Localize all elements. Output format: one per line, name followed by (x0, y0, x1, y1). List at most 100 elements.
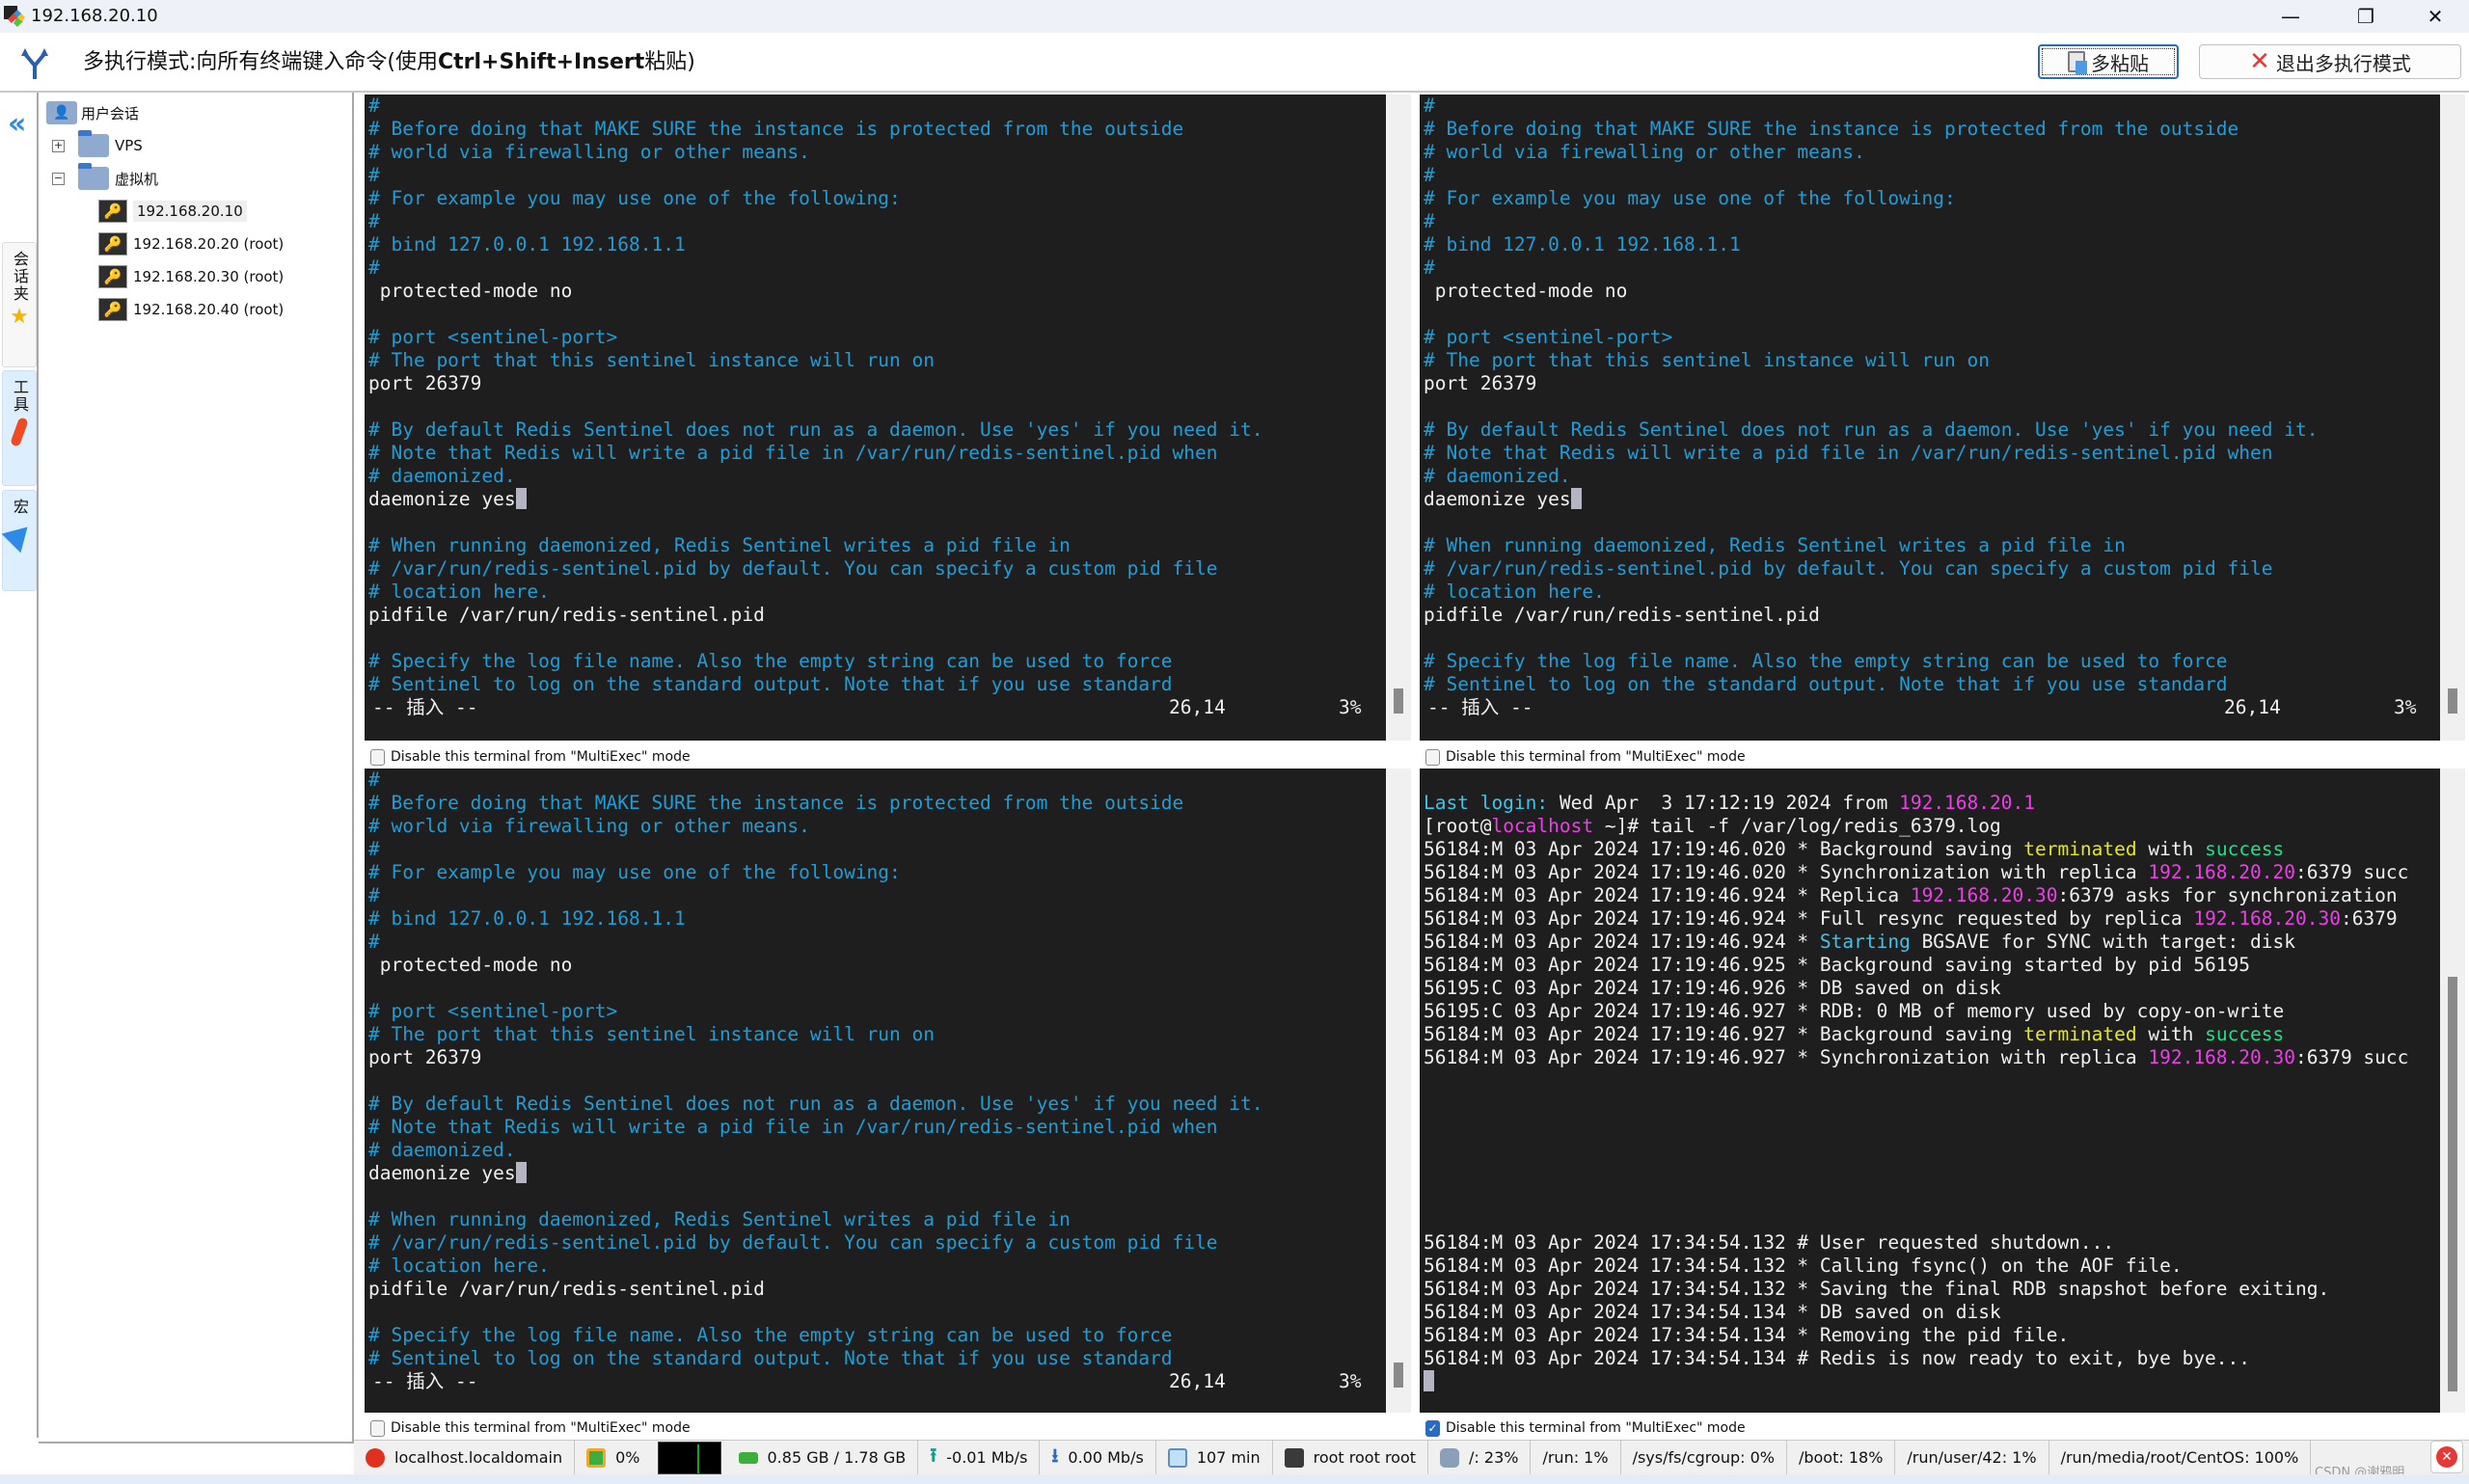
terminal-3-scrollbar[interactable] (1386, 769, 1411, 1413)
terminal-pane-4[interactable]: Last login: Wed Apr 3 17:12:19 2024 from… (1420, 769, 2440, 1413)
multiexec-fork-icon (21, 48, 48, 79)
log-text: :6379 asks for synchronization (2057, 884, 2398, 906)
exit-multiexec-button[interactable]: ✕ 退出多执行模式 (2199, 44, 2461, 79)
expand-icon[interactable]: + (52, 139, 65, 152)
terminal-line: # world via firewalling or other means. (368, 141, 810, 163)
ssh-key-icon: 🔑 (98, 232, 127, 256)
scrollbar-thumb[interactable] (1394, 688, 1403, 714)
tree-session-item[interactable]: 🔑 192.168.20.10 (98, 197, 247, 226)
log-text: [root@ (1424, 815, 1492, 837)
terminal-line: # world via firewalling or other means. (368, 815, 810, 837)
scrollbar-thumb[interactable] (1394, 1363, 1403, 1388)
tab-sessions[interactable]: 会话夹 ★ (2, 242, 37, 367)
collapse-icon[interactable]: − (52, 172, 65, 185)
tree-root-user-sessions[interactable]: 👤 用户会话 (46, 98, 139, 127)
tree-session-item[interactable]: 🔑 192.168.20.30 (root) (98, 262, 284, 291)
maximize-button[interactable]: ❐ (2332, 0, 2400, 33)
vim-cursor-position: 26,14 (2224, 696, 2281, 718)
tab-macros[interactable]: 宏 (1, 490, 38, 591)
terminal-line: # world via firewalling or other means. (1424, 141, 1865, 163)
terminal-line: # port <sentinel-port> (368, 1000, 618, 1022)
terminal-4-scrollbar[interactable] (2440, 769, 2465, 1413)
checkbox[interactable] (370, 1419, 385, 1437)
terminal-line: # By default Redis Sentinel does not run… (368, 418, 1263, 441)
close-window-button[interactable]: ✕ (2401, 0, 2469, 33)
terminal-line: 56184:M 03 Apr 2024 17:19:46.925 * Backg… (1424, 954, 2440, 977)
swiss-knife-icon (10, 417, 29, 447)
tree-session-item[interactable]: 🔑 192.168.20.40 (root) (98, 295, 284, 324)
cpu-graph (657, 1441, 721, 1474)
terminal-pane-1[interactable]: # # Before doing that MAKE SURE the insta… (365, 94, 1386, 741)
collapse-sidebar-icon[interactable]: « (8, 110, 26, 139)
checkbox[interactable] (1425, 748, 1440, 766)
scrollbar-thumb[interactable] (2448, 977, 2457, 1391)
terminal-line: 56184:M 03 Apr 2024 17:19:46.020 * Synch… (1424, 861, 2440, 884)
log-text: 56184:M 03 Apr 2024 17:34:54.132 # User … (1424, 1231, 2115, 1254)
sb-disk: /boot: 18% (1787, 1440, 1896, 1475)
banner-text-suffix: 粘贴) (644, 50, 695, 74)
multiexec-toggle-4[interactable]: ✓ Disable this terminal from "MultiExec"… (1425, 1416, 1746, 1441)
terminal-line: # (1424, 164, 1435, 186)
tree-root-label: 用户会话 (81, 104, 140, 122)
highlighted-text: success (2205, 1023, 2285, 1045)
sb-cpu: 0% (575, 1441, 651, 1475)
terminal-1-scrollbar[interactable] (1386, 94, 1411, 741)
hostname-text: localhost.localdomain (394, 1448, 563, 1467)
memory-text: 0.85 GB / 1.78 GB (767, 1448, 907, 1467)
terminal-line: # /var/run/redis-sentinel.pid by default… (368, 557, 1218, 580)
multiexec-toggle-1[interactable]: Disable this terminal from "MultiExec" m… (370, 744, 691, 769)
log-text: 56184:M 03 Apr 2024 17:34:54.132 * Savin… (1424, 1278, 2330, 1300)
terminal-line: 56195:C 03 Apr 2024 17:19:46.927 * RDB: … (1424, 1000, 2440, 1023)
highlighted-text: terminated (2023, 1023, 2137, 1045)
terminal-line: # (368, 256, 380, 279)
tree-folder-vps[interactable]: + VPS (52, 130, 143, 160)
disk-text: /sys/fs/cgroup: 0% (1632, 1448, 1775, 1467)
highlighted-text: terminated (2023, 838, 2137, 860)
log-text: 56184:M 03 Apr 2024 17:34:54.134 * Remov… (1424, 1324, 2070, 1346)
terminal-line (1424, 1370, 2440, 1393)
terminal-line: daemonize yes (368, 488, 1386, 511)
terminal-line: # For example you may use one of the fol… (368, 187, 901, 209)
log-text: Wed Apr 3 17:12:19 2024 from (1548, 792, 1900, 814)
folder-icon (78, 163, 109, 190)
sb-hostname: localhost.localdomain (354, 1440, 576, 1475)
window-title: 192.168.20.10 (31, 6, 158, 26)
terminal-line: # (368, 769, 380, 791)
vim-statusline: -- 插入 -- 26,14 3% (1424, 696, 2440, 719)
minimize-button[interactable]: — (2257, 0, 2324, 33)
terminal-pane-2[interactable]: # # Before doing that MAKE SURE the insta… (1420, 94, 2440, 741)
scrollbar-thumb[interactable] (2448, 688, 2457, 714)
close-session-button[interactable]: ✕ (2430, 1441, 2463, 1473)
upload-arrow-icon: ⭱ (930, 1443, 937, 1467)
tab-sessions-label: 会话夹 (11, 251, 29, 303)
terminal-line: # (368, 164, 380, 186)
checkbox-checked[interactable]: ✓ (1425, 1419, 1440, 1437)
close-icon: ✕ (2436, 1446, 2457, 1468)
checkbox[interactable] (370, 748, 385, 766)
log-text: 56184:M 03 Apr 2024 17:34:54.134 # Redis… (1424, 1347, 2251, 1369)
terminal-pane-3[interactable]: # # Before doing that MAKE SURE the insta… (365, 769, 1386, 1413)
tab-macros-label: 宏 (11, 499, 29, 516)
terminal-line: 56184:M 03 Apr 2024 17:34:54.134 * DB sa… (1424, 1301, 2440, 1324)
disk-text: /boot: 18% (1798, 1448, 1884, 1467)
checkbox-label: Disable this terminal from "MultiExec" m… (1446, 749, 1746, 765)
multi-paste-button[interactable]: 多粘贴 (2038, 44, 2179, 79)
tree-folder-vm[interactable]: − 虚拟机 (52, 163, 158, 193)
tab-tools[interactable]: 工具 (2, 370, 37, 486)
terminal-2-scrollbar[interactable] (2440, 94, 2465, 741)
terminal-line: 56184:M 03 Apr 2024 17:34:54.134 * Remov… (1424, 1324, 2440, 1347)
vim-scroll-percent: 3% (2394, 696, 2417, 718)
multiexec-toggle-2[interactable]: Disable this terminal from "MultiExec" m… (1425, 744, 1746, 769)
user-folder-icon: 👤 (46, 101, 77, 124)
tree-session-item[interactable]: 🔑 192.168.20.20 (root) (98, 229, 284, 258)
red-x-icon: ✕ (2249, 47, 2270, 76)
terminal-line: # /var/run/redis-sentinel.pid by default… (1424, 557, 2273, 580)
multiexec-toggle-3[interactable]: Disable this terminal from "MultiExec" m… (370, 1416, 691, 1441)
terminal-line: # The port that this sentinel instance w… (1424, 349, 1990, 371)
terminal-line: # The port that this sentinel instance w… (368, 1023, 935, 1045)
sb-disk-root: /: 23% (1428, 1440, 1532, 1475)
log-text: 56184:M 03 Apr 2024 17:19:46.927 * Backg… (1424, 1023, 2024, 1045)
